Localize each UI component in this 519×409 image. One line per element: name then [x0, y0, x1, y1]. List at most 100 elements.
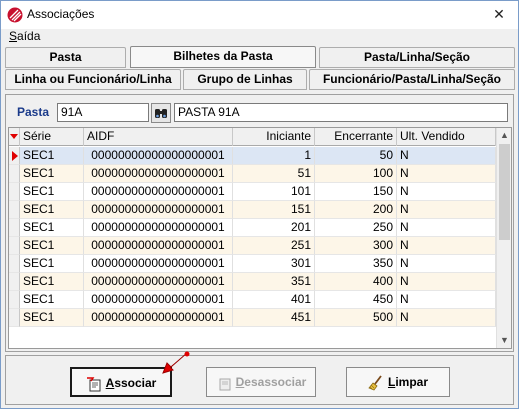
- cell-serie[interactable]: SEC1: [20, 147, 84, 165]
- table-row[interactable]: SEC1 00000000000000000001 101 150 N: [9, 183, 496, 201]
- grid-header: Série AIDF Iniciante Encerrante Ult. Ven…: [9, 128, 496, 146]
- tab-linha-funcionario[interactable]: Linha ou Funcionário/Linha: [5, 69, 181, 90]
- table-row[interactable]: SEC1 00000000000000000001 401 450 N: [9, 291, 496, 309]
- col-header-encerrante[interactable]: Encerrante: [315, 128, 397, 146]
- title-bar: Associações ✕: [1, 1, 518, 29]
- cell-aidf[interactable]: 00000000000000000001: [84, 255, 233, 273]
- scroll-thumb[interactable]: [499, 144, 510, 240]
- cell-encerrante[interactable]: 400: [315, 273, 397, 291]
- col-header-ult-vendido[interactable]: Ult. Vendido: [397, 128, 496, 146]
- cell-encerrante[interactable]: 300: [315, 237, 397, 255]
- cell-aidf[interactable]: 00000000000000000001: [84, 273, 233, 291]
- table-row[interactable]: SEC1 00000000000000000001 51 100 N: [9, 165, 496, 183]
- binoculars-icon[interactable]: [151, 103, 171, 123]
- table-row[interactable]: SEC1 00000000000000000001 251 300 N: [9, 237, 496, 255]
- current-row-arrow-icon: [12, 151, 18, 161]
- button-bar: Associar Desassociar Limpar: [5, 355, 514, 405]
- cell-ult-vendido[interactable]: N: [397, 237, 496, 255]
- tab-grupo-de-linhas[interactable]: Grupo de Linhas: [183, 69, 307, 90]
- limpar-label-rest: impar: [395, 375, 429, 389]
- vertical-scrollbar[interactable]: ▲ ▼: [496, 128, 511, 348]
- cell-ult-vendido[interactable]: N: [397, 309, 496, 327]
- tab-funcionario-pasta-linha-secao[interactable]: Funcionário/Pasta/Linha/Seção: [309, 69, 515, 90]
- cell-serie[interactable]: SEC1: [20, 201, 84, 219]
- cell-serie[interactable]: SEC1: [20, 291, 84, 309]
- cell-encerrante[interactable]: 350: [315, 255, 397, 273]
- associacoes-window: Associações ✕ Saída Pasta Bilhetes da Pa…: [0, 0, 519, 409]
- desassociar-button[interactable]: Desassociar: [206, 367, 316, 397]
- cell-ult-vendido[interactable]: N: [397, 165, 496, 183]
- cell-aidf[interactable]: 00000000000000000001: [84, 147, 233, 165]
- disassociate-icon: [219, 378, 231, 391]
- cell-encerrante[interactable]: 200: [315, 201, 397, 219]
- cell-iniciante[interactable]: 201: [233, 219, 315, 237]
- cell-ult-vendido[interactable]: N: [397, 183, 496, 201]
- cell-encerrante[interactable]: 150: [315, 183, 397, 201]
- limpar-button[interactable]: Limpar: [346, 367, 450, 397]
- cell-aidf[interactable]: 00000000000000000001: [84, 201, 233, 219]
- cell-aidf[interactable]: 00000000000000000001: [84, 183, 233, 201]
- row-indicator: [9, 291, 20, 309]
- cell-ult-vendido[interactable]: N: [397, 273, 496, 291]
- cell-iniciante[interactable]: 151: [233, 201, 315, 219]
- close-icon[interactable]: ✕: [487, 4, 511, 24]
- cell-iniciante[interactable]: 51: [233, 165, 315, 183]
- row-indicator: [9, 165, 20, 183]
- table-row[interactable]: SEC1 00000000000000000001 451 500 N: [9, 309, 496, 327]
- associar-button[interactable]: Associar: [70, 367, 172, 397]
- cell-serie[interactable]: SEC1: [20, 255, 84, 273]
- cell-serie[interactable]: SEC1: [20, 237, 84, 255]
- cell-iniciante[interactable]: 451: [233, 309, 315, 327]
- cell-encerrante[interactable]: 250: [315, 219, 397, 237]
- scroll-down-icon[interactable]: ▼: [497, 333, 511, 348]
- tab-bilhetes-da-pasta[interactable]: Bilhetes da Pasta: [130, 46, 316, 68]
- row-indicator: [9, 183, 20, 201]
- cell-serie[interactable]: SEC1: [20, 273, 84, 291]
- cell-aidf[interactable]: 00000000000000000001: [84, 219, 233, 237]
- cell-aidf[interactable]: 00000000000000000001: [84, 309, 233, 327]
- menu-item-saida[interactable]: Saída: [9, 29, 40, 43]
- cell-iniciante[interactable]: 401: [233, 291, 315, 309]
- table-row[interactable]: SEC1 00000000000000000001 1 50 N: [9, 147, 496, 165]
- row-indicator: [9, 237, 20, 255]
- cell-iniciante[interactable]: 1: [233, 147, 315, 165]
- cell-iniciante[interactable]: 301: [233, 255, 315, 273]
- cell-iniciante[interactable]: 351: [233, 273, 315, 291]
- cell-ult-vendido[interactable]: N: [397, 219, 496, 237]
- col-header-iniciante[interactable]: Iniciante: [233, 128, 315, 146]
- cell-aidf[interactable]: 00000000000000000001: [84, 237, 233, 255]
- cell-serie[interactable]: SEC1: [20, 165, 84, 183]
- tab-pasta-linha-secao[interactable]: Pasta/Linha/Seção: [319, 47, 515, 68]
- pasta-code-field[interactable]: 91A: [57, 103, 149, 122]
- cell-ult-vendido[interactable]: N: [397, 201, 496, 219]
- cell-encerrante[interactable]: 450: [315, 291, 397, 309]
- cell-serie[interactable]: SEC1: [20, 219, 84, 237]
- scroll-up-icon[interactable]: ▲: [497, 128, 511, 143]
- cell-encerrante[interactable]: 500: [315, 309, 397, 327]
- row-indicator: [9, 201, 20, 219]
- cell-encerrante[interactable]: 50: [315, 147, 397, 165]
- table-row[interactable]: SEC1 00000000000000000001 201 250 N: [9, 219, 496, 237]
- cell-iniciante[interactable]: 101: [233, 183, 315, 201]
- bilhetes-grid[interactable]: Série AIDF Iniciante Encerrante Ult. Ven…: [8, 127, 512, 349]
- cell-aidf[interactable]: 00000000000000000001: [84, 165, 233, 183]
- table-row[interactable]: SEC1 00000000000000000001 151 200 N: [9, 201, 496, 219]
- col-header-aidf[interactable]: AIDF: [84, 128, 233, 146]
- broom-icon: [368, 375, 382, 391]
- cell-encerrante[interactable]: 100: [315, 165, 397, 183]
- cell-ult-vendido[interactable]: N: [397, 291, 496, 309]
- pasta-name-field[interactable]: PASTA 91A: [174, 103, 508, 122]
- cell-aidf[interactable]: 00000000000000000001: [84, 291, 233, 309]
- cell-ult-vendido[interactable]: N: [397, 147, 496, 165]
- cell-serie[interactable]: SEC1: [20, 309, 84, 327]
- cell-serie[interactable]: SEC1: [20, 183, 84, 201]
- col-header-serie[interactable]: Série: [20, 128, 84, 146]
- tab-pasta[interactable]: Pasta: [5, 47, 126, 68]
- row-indicator: [9, 147, 20, 165]
- table-row[interactable]: SEC1 00000000000000000001 301 350 N: [9, 255, 496, 273]
- cell-ult-vendido[interactable]: N: [397, 255, 496, 273]
- table-row[interactable]: SEC1 00000000000000000001 351 400 N: [9, 273, 496, 291]
- cell-iniciante[interactable]: 251: [233, 237, 315, 255]
- window-title: Associações: [27, 7, 95, 21]
- associar-accel: A: [105, 376, 115, 390]
